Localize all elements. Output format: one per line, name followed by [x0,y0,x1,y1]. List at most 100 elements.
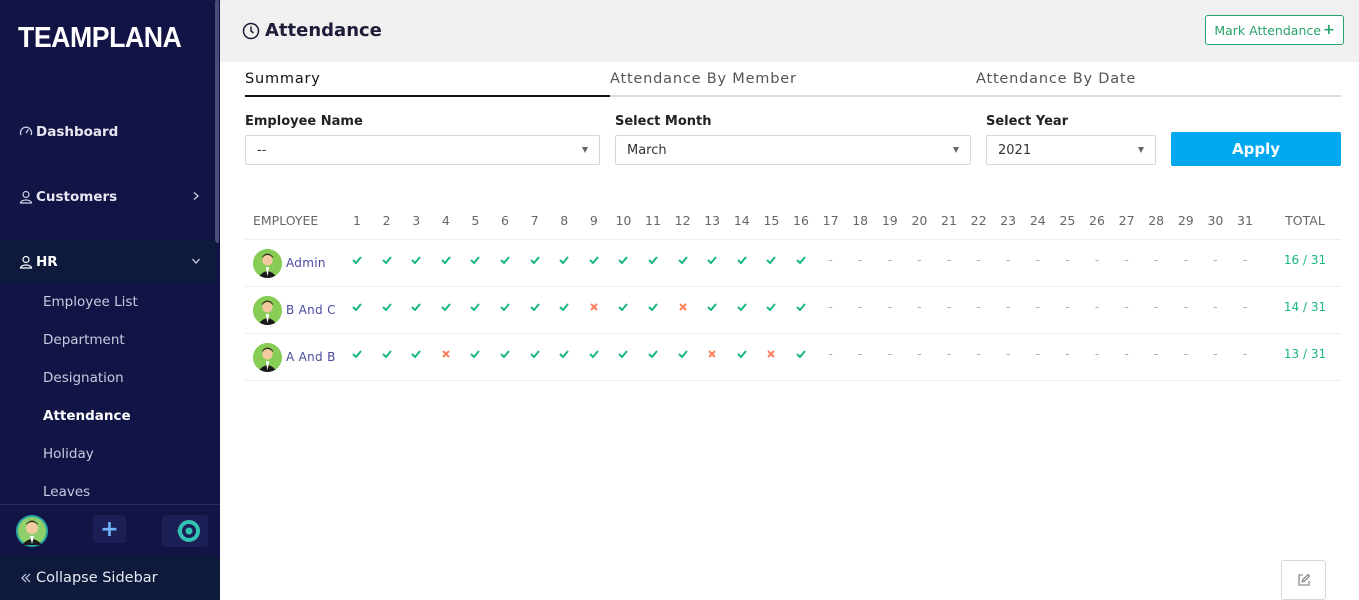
cross-icon [698,331,726,377]
day-column-header: 6 [501,212,509,228]
day-column-header: 11 [645,212,661,228]
table-row: Admin - - - - - - - - - - - - - - - 16 / 31 [245,240,1341,287]
no-record-mark: - [1183,253,1188,267]
edit-icon [1297,573,1310,586]
table-row: A And B - - - - - - - - - - - - - - - 13 / 31 [245,334,1341,381]
no-record-mark: - [1124,300,1129,314]
check-icon [521,284,549,330]
sidebar: TEAMPLANA Dashboard Customers HR Employe… [0,0,220,600]
sidebar-item-label: Customers [36,189,118,205]
no-record-mark: - [1154,300,1159,314]
collapse-sidebar-button[interactable]: Collapse Sidebar [0,556,220,600]
check-icon [787,237,815,283]
cross-icon [432,331,460,377]
active-tab-indicator [245,95,610,97]
edit-button[interactable] [1281,560,1326,600]
employee-name-select[interactable]: -- [245,135,600,165]
check-icon [402,237,430,283]
sidebar-item-employee-list[interactable]: Employee List [43,294,138,310]
no-record-mark: - [1035,347,1040,361]
no-record-mark: - [1154,347,1159,361]
no-record-mark: - [976,300,981,314]
day-column-header: 14 [733,212,750,228]
no-record-mark: - [858,253,863,267]
day-column-header: 18 [852,212,869,228]
check-icon [343,237,371,283]
sidebar-item-leaves[interactable]: Leaves [43,484,90,500]
select-year-select[interactable]: 2021 [986,135,1156,165]
attendance-table: EMPLOYEE 1 2 3 4 5 6 7 8 9 10 11 12 13 14 15 16 17 18 19 20… [245,207,1341,381]
no-record-mark: - [917,347,922,361]
check-icon [728,237,756,283]
check-icon [757,237,785,283]
avatar[interactable] [16,515,48,547]
day-column-header: 20 [911,212,928,228]
check-icon [728,284,756,330]
sidebar-item-customers[interactable]: Customers [0,176,216,218]
sidebar-item-dashboard[interactable]: Dashboard [0,111,216,153]
check-icon [580,237,608,283]
employee-cell[interactable]: B And C [253,287,336,333]
day-column-header: 3 [412,212,421,228]
day-column-header: 29 [1177,212,1194,228]
employee-name: Admin [286,256,326,270]
check-icon [432,284,460,330]
day-column-header: 8 [560,212,569,228]
no-record-mark: - [828,347,833,361]
employee-column-header: EMPLOYEE [253,212,319,228]
no-record-mark: - [887,300,892,314]
day-column-header: 23 [1000,212,1017,228]
sidebar-footer: + [0,504,220,556]
apply-button[interactable]: Apply [1171,132,1341,166]
no-record-mark: - [1006,300,1011,314]
day-column-header: 15 [763,212,780,228]
day-column-header: 30 [1207,212,1224,228]
day-column-header: 9 [589,212,598,228]
check-icon [373,331,401,377]
help-icon[interactable] [162,515,208,547]
select-month-label: Select Month [615,114,712,129]
check-icon [639,237,667,283]
sidebar-item-attendance[interactable]: Attendance [43,408,131,424]
tab-attendance-by-date[interactable]: Attendance By Date [976,71,1136,87]
no-record-mark: - [828,300,833,314]
app-logo: TEAMPLANA [18,22,182,54]
tab-attendance-by-member[interactable]: Attendance By Member [610,71,797,87]
user-icon [18,189,34,205]
page-title: Attendance [242,20,382,41]
table-header-row: EMPLOYEE 1 2 3 4 5 6 7 8 9 10 11 12 13 14 15 16 17 18 19 20… [245,207,1341,240]
check-icon [402,284,430,330]
select-year-label: Select Year [986,114,1069,129]
sidebar-item-hr[interactable]: HR [0,241,216,283]
tab-summary[interactable]: Summary [245,71,321,87]
no-record-mark: - [1124,253,1129,267]
no-record-mark: - [946,300,952,314]
add-button[interactable]: + [93,515,126,543]
dashboard-icon [18,124,34,140]
employee-cell[interactable]: A And B [253,334,336,380]
day-column-header: 12 [674,212,691,228]
sidebar-item-holiday[interactable]: Holiday [43,446,94,462]
check-icon [373,237,401,283]
check-icon [550,284,578,330]
no-record-mark: - [1094,253,1100,267]
sidebar-item-department[interactable]: Department [43,332,125,348]
cross-icon [757,331,785,377]
check-icon [461,331,489,377]
day-column-header: 17 [822,212,839,228]
no-record-mark: - [858,347,863,361]
employee-name-value: -- [257,142,267,158]
select-month-select[interactable]: March [615,135,971,165]
sidebar-item-designation[interactable]: Designation [43,370,124,386]
check-icon [343,331,371,377]
page-header: Attendance Mark Attendance + [220,0,1359,62]
check-icon [609,331,637,377]
employee-cell[interactable]: Admin [253,240,326,286]
mark-attendance-button[interactable]: Mark Attendance + [1205,15,1344,45]
table-row: B And C - - - - - - - - - - - - - - - 14 / 31 [245,287,1341,334]
day-column-header: 13 [704,212,721,228]
day-column-header: 10 [615,212,632,228]
avatar [253,295,282,325]
check-icon [728,331,756,377]
check-icon [609,237,637,283]
